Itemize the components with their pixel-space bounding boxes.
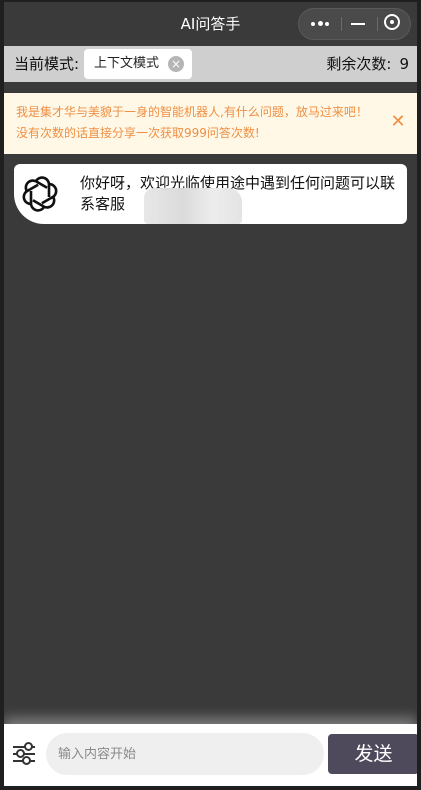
openai-logo-icon — [15, 169, 65, 219]
notice-text: 我是集才华与美貌于一身的智能机器人,有什么问题，放马过来吧！没有次数的话直接分享… — [16, 105, 368, 140]
remaining-value: 9 — [399, 55, 409, 73]
minus-icon[interactable] — [339, 9, 377, 39]
assistant-message: 你好呀，欢迎光临使用途中遇到任何问题可以联系客服 — [14, 164, 407, 224]
more-dots-icon[interactable] — [303, 9, 341, 39]
mini-program-capsule — [298, 8, 411, 40]
input-bar: 发送 — [4, 724, 417, 786]
target-circle-icon[interactable] — [375, 9, 413, 39]
mode-value: 上下文模式 — [94, 56, 160, 71]
send-button[interactable]: 发送 — [328, 734, 417, 774]
notice-bar: 我是集才华与美貌于一身的智能机器人,有什么问题，放马过来吧！没有次数的话直接分享… — [4, 93, 417, 154]
close-icon[interactable]: ✕ — [390, 112, 406, 132]
app-frame: AI问答手 当前模式: 上下文模式 × 剩余次数: 9 我是集才华与美貌于一身的智… — [4, 2, 417, 786]
nav-bar: AI问答手 — [4, 2, 417, 46]
remaining-label: 剩余次数: — [326, 55, 392, 73]
message-input[interactable] — [46, 733, 324, 775]
mode-label: 当前模式: — [14, 55, 80, 73]
mode-chip[interactable]: 上下文模式 × — [84, 49, 192, 79]
remaining-count: 剩余次数: 9 — [326, 46, 409, 82]
mode-bar: 当前模式: 上下文模式 × 剩余次数: 9 — [4, 46, 417, 82]
redaction-blur — [144, 188, 242, 224]
sliders-icon[interactable] — [10, 740, 38, 768]
chat-area[interactable]: 你好呀，欢迎光临使用途中遇到任何问题可以联系客服 — [4, 154, 417, 724]
close-circle-icon[interactable]: × — [168, 56, 184, 72]
